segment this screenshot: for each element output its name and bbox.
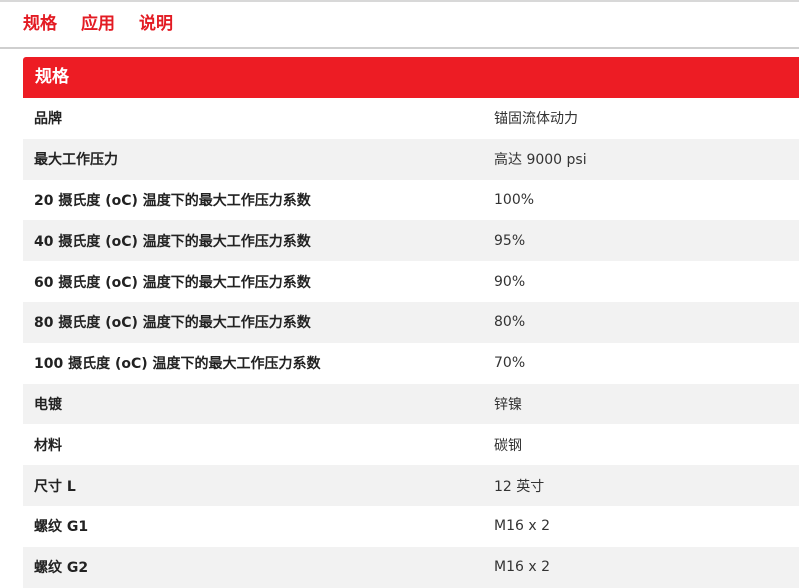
spec-row-pressure-factor-80c: 80 摄氏度 (oC) 温度下的最大工作压力系数 80%	[23, 301, 799, 343]
spec-value: 碳钢	[494, 437, 522, 454]
spec-value: M16 x 2	[494, 559, 550, 576]
spec-label: 材料	[34, 437, 62, 454]
tab-description[interactable]: 说明	[139, 12, 173, 36]
spec-label: 60 摄氏度 (oC) 温度下的最大工作压力系数	[34, 274, 311, 291]
spec-label: 螺纹 G1	[34, 519, 89, 536]
spec-label: 100 摄氏度 (oC) 温度下的最大工作压力系数	[34, 356, 321, 373]
spec-label: 尺寸 L	[34, 478, 76, 495]
spec-value: M16 x 2	[494, 518, 550, 535]
spec-row-plating: 电镀 锌镍	[23, 383, 799, 425]
specifications-header: 规格	[23, 57, 799, 98]
spec-row-material: 材料 碳钢	[23, 424, 799, 466]
spec-value: 95%	[494, 232, 526, 249]
spec-label: 品牌	[34, 111, 62, 128]
top-border	[0, 0, 799, 2]
spec-row-brand: 品牌 锚固流体动力	[23, 98, 799, 139]
spec-row-pressure-factor-20c: 20 摄氏度 (oC) 温度下的最大工作压力系数 100%	[23, 179, 799, 221]
spec-row-thread-g2: 螺纹 G2 M16 x 2	[23, 546, 799, 588]
spec-label: 最大工作压力	[34, 152, 118, 169]
spec-row-max-pressure: 最大工作压力 高达 9000 psi	[23, 138, 799, 180]
spec-value: 80%	[494, 314, 526, 331]
spec-value: 锚固流体动力	[494, 111, 578, 128]
tab-divider	[0, 47, 799, 49]
spec-row-pressure-factor-40c: 40 摄氏度 (oC) 温度下的最大工作压力系数 95%	[23, 220, 799, 262]
spec-label: 20 摄氏度 (oC) 温度下的最大工作压力系数	[34, 192, 311, 209]
spec-value: 70%	[494, 355, 526, 372]
spec-label: 螺纹 G2	[34, 560, 89, 577]
spec-label: 80 摄氏度 (oC) 温度下的最大工作压力系数	[34, 315, 311, 332]
spec-value: 锌镍	[494, 396, 522, 413]
spec-value: 100%	[494, 191, 535, 208]
spec-table: 品牌 锚固流体动力 最大工作压力 高达 9000 psi 20 摄氏度 (oC)…	[23, 98, 799, 588]
spec-value: 90%	[494, 273, 526, 290]
tab-applications[interactable]: 应用	[81, 12, 115, 36]
spec-row-pressure-factor-60c: 60 摄氏度 (oC) 温度下的最大工作压力系数 90%	[23, 261, 799, 302]
tab-specifications[interactable]: 规格	[23, 12, 57, 36]
spec-label: 40 摄氏度 (oC) 温度下的最大工作压力系数	[34, 233, 311, 250]
spec-row-pressure-factor-100c: 100 摄氏度 (oC) 温度下的最大工作压力系数 70%	[23, 342, 799, 384]
spec-row-size-l: 尺寸 L 12 英寸	[23, 465, 799, 506]
spec-label: 电镀	[34, 396, 62, 413]
spec-value: 高达 9000 psi	[494, 152, 587, 169]
spec-value: 12 英寸	[494, 478, 545, 495]
spec-row-thread-g1: 螺纹 G1 M16 x 2	[23, 505, 799, 547]
tab-bar: 规格 应用 说明	[23, 12, 173, 36]
specifications-panel: 规格 品牌 锚固流体动力 最大工作压力 高达 9000 psi 20 摄氏度 (…	[23, 57, 799, 588]
